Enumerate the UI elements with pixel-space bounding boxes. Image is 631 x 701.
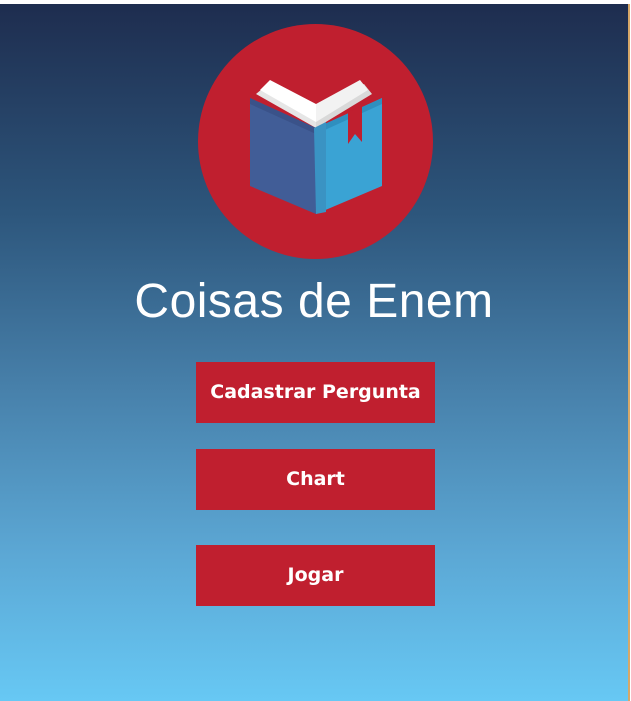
cadastrar-pergunta-button[interactable]: Cadastrar Pergunta <box>196 362 435 423</box>
main-screen: Coisas de Enem Cadastrar Pergunta Chart … <box>0 4 630 701</box>
chart-button[interactable]: Chart <box>196 449 435 510</box>
jogar-button[interactable]: Jogar <box>196 545 435 606</box>
app-logo <box>198 24 433 259</box>
app-title: Coisas de Enem <box>134 275 494 328</box>
open-book-icon <box>250 80 382 214</box>
